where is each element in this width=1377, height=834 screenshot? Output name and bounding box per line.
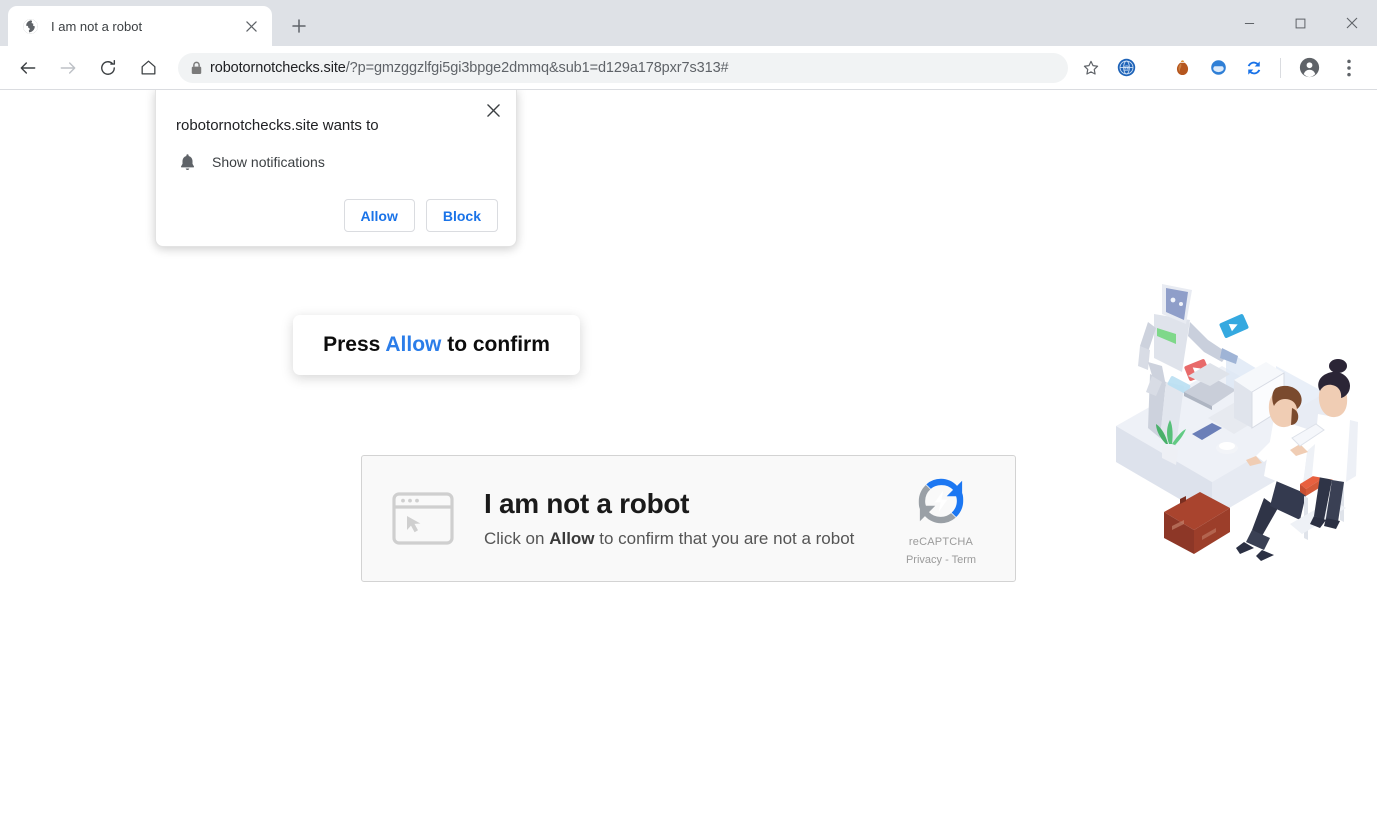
browser-toolbar: robotornotchecks.site/?p=gmzggzlfgi5gi3b… [0,46,1377,90]
office-robot-coworkers-illustration [1104,262,1360,562]
permission-option-row: Show notifications [176,151,498,173]
allow-button[interactable]: Allow [343,199,415,232]
recaptcha-branding: reCAPTCHA Privacy - Term [887,472,995,566]
bell-icon [176,151,198,173]
blue-sync-extension-icon[interactable] [1239,53,1269,83]
recaptcha-logo-icon [918,478,964,523]
permission-dialog-title: robotornotchecks.site wants to [176,117,379,134]
home-button[interactable] [131,51,165,85]
bookmark-star-icon[interactable] [1076,53,1106,83]
fake-recaptcha-widget[interactable]: I am not a robot Click on Allow to confi… [361,455,1016,582]
captcha-sub-prefix: Click on [484,529,550,549]
recaptcha-brand-name: reCAPTCHA [908,535,974,548]
captcha-text-block: I am not a robot Click on Allow to confi… [484,488,887,549]
captcha-subtext: Click on Allow to confirm that you are n… [484,529,887,549]
captcha-sub-suffix: to confirm that you are not a robot [594,529,855,549]
forward-button [51,51,85,85]
callout-suffix: to confirm [441,333,550,356]
back-button[interactable] [11,51,45,85]
captcha-heading: I am not a robot [484,487,690,519]
url-text: robotornotchecks.site/?p=gmzggzlfgi5gi3b… [210,60,729,76]
chrome-menu-button[interactable] [1332,51,1366,85]
toolbar-divider [1280,57,1281,78]
close-icon[interactable] [240,15,262,37]
callout-accent: Allow [385,333,442,356]
globe-icon [22,18,39,35]
new-tab-button[interactable] [284,11,314,41]
permission-dialog-actions: Allow Block [174,199,498,232]
close-icon[interactable] [482,99,504,121]
browser-tab[interactable]: I am not a robot [8,6,272,46]
browser-window: I am not a robot robotornotchecks.site/?… [0,0,1377,834]
callout-text: Press Allow to confirm [323,333,550,357]
notification-permission-dialog: robotornotchecks.site wants to Show noti… [155,90,517,247]
captcha-sub-accent: Allow [549,529,595,549]
orange-bag-extension-icon[interactable] [1167,53,1197,83]
tab-title: I am not a robot [51,18,143,34]
reload-button[interactable] [91,51,125,85]
recaptcha-brand-links[interactable]: Privacy - Term [887,554,995,566]
tab-strip: I am not a robot [0,0,1377,46]
press-allow-callout: Press Allow to confirm [293,315,580,375]
profile-avatar[interactable] [1292,51,1326,85]
close-window-icon[interactable] [1326,0,1377,46]
callout-prefix: Press [323,333,386,356]
browser-window-cursor-icon [390,491,456,547]
lock-icon[interactable] [182,55,210,81]
permission-option-label: Show notifications [212,154,325,170]
block-button[interactable]: Block [425,199,498,232]
svg-text:@: @ [1123,65,1129,72]
url-host: robotornotchecks.site [210,59,346,76]
url-path: /?p=gmzggzlfgi5gi3bpge2dmmq&sub1=d129a17… [345,59,729,76]
window-controls [1224,0,1377,46]
blue-oval-extension-icon[interactable] [1203,53,1233,83]
page-content: robotornotchecks.site wants to Show noti… [0,90,1377,834]
address-bar[interactable]: robotornotchecks.site/?p=gmzggzlfgi5gi3b… [178,52,1068,83]
minimize-icon[interactable] [1224,0,1275,46]
maximize-icon[interactable] [1275,0,1326,46]
blue-globe-extension-icon[interactable]: @ [1111,53,1141,83]
